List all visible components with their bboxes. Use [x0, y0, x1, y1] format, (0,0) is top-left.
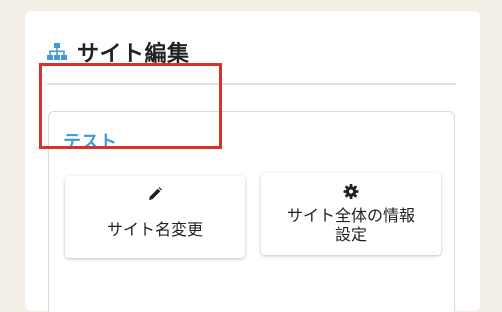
site-name-heading: テスト: [63, 132, 117, 153]
pencil-icon: [148, 186, 162, 205]
site-card: テスト サイト名変更 サイト全体の情報設定: [48, 111, 455, 312]
page-title: サイト編集: [77, 42, 190, 67]
sitemap-icon: [47, 43, 67, 61]
header-divider: [47, 83, 456, 85]
site-edit-panel: サイト編集 テスト サイト名変更 サイト全体の情報設定: [25, 11, 480, 312]
rename-site-button[interactable]: サイト名変更: [65, 176, 245, 258]
panel-header: サイト編集: [47, 37, 190, 67]
gear-icon: [343, 184, 359, 203]
site-settings-label: サイト全体の情報設定: [286, 206, 415, 244]
site-settings-button[interactable]: サイト全体の情報設定: [261, 173, 441, 255]
rename-site-label: サイト名変更: [106, 220, 203, 239]
